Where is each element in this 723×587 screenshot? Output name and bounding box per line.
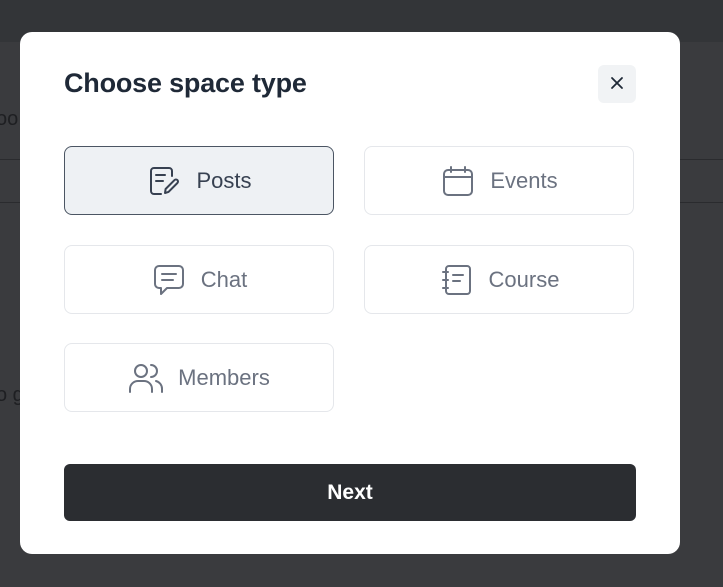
space-type-option-posts[interactable]: Posts xyxy=(64,146,334,215)
calendar-icon xyxy=(440,163,476,199)
choose-space-type-dialog: Choose space type Posts Events Chat Cour… xyxy=(20,32,680,554)
next-button[interactable]: Next xyxy=(64,464,636,521)
space-type-option-chat[interactable]: Chat xyxy=(64,245,334,314)
option-label: Events xyxy=(490,167,558,193)
chat-bubble-icon xyxy=(151,262,187,298)
background-text: oo xyxy=(0,108,19,130)
option-label: Posts xyxy=(196,167,252,193)
pencil-note-icon xyxy=(146,163,182,199)
dialog-title: Choose space type xyxy=(64,68,307,98)
notebook-icon xyxy=(439,262,475,298)
option-label: Chat xyxy=(200,266,248,292)
option-label: Members xyxy=(178,364,270,390)
option-label: Course xyxy=(488,266,560,292)
space-type-option-events[interactable]: Events xyxy=(364,146,634,215)
close-button[interactable] xyxy=(598,65,636,103)
users-icon xyxy=(128,360,164,396)
space-type-option-course[interactable]: Course xyxy=(364,245,634,314)
close-icon xyxy=(609,75,625,94)
space-type-option-members[interactable]: Members xyxy=(64,343,334,412)
